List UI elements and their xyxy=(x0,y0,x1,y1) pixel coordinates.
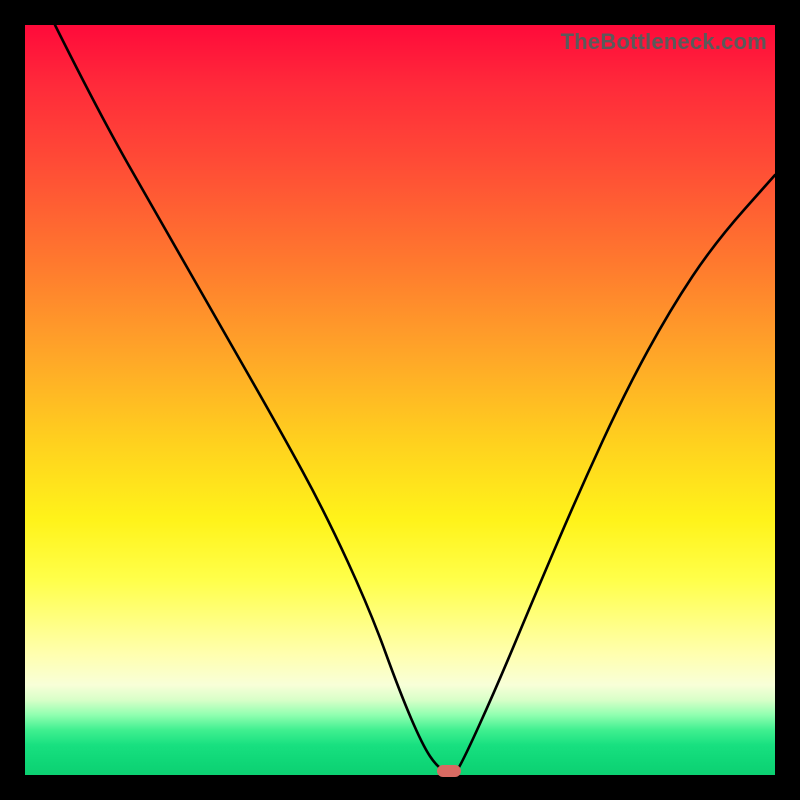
bottleneck-curve xyxy=(55,25,775,773)
min-marker xyxy=(437,765,461,777)
curve-layer xyxy=(25,25,775,775)
plot-area: TheBottleneck.com xyxy=(25,25,775,775)
chart-frame: TheBottleneck.com xyxy=(0,0,800,800)
